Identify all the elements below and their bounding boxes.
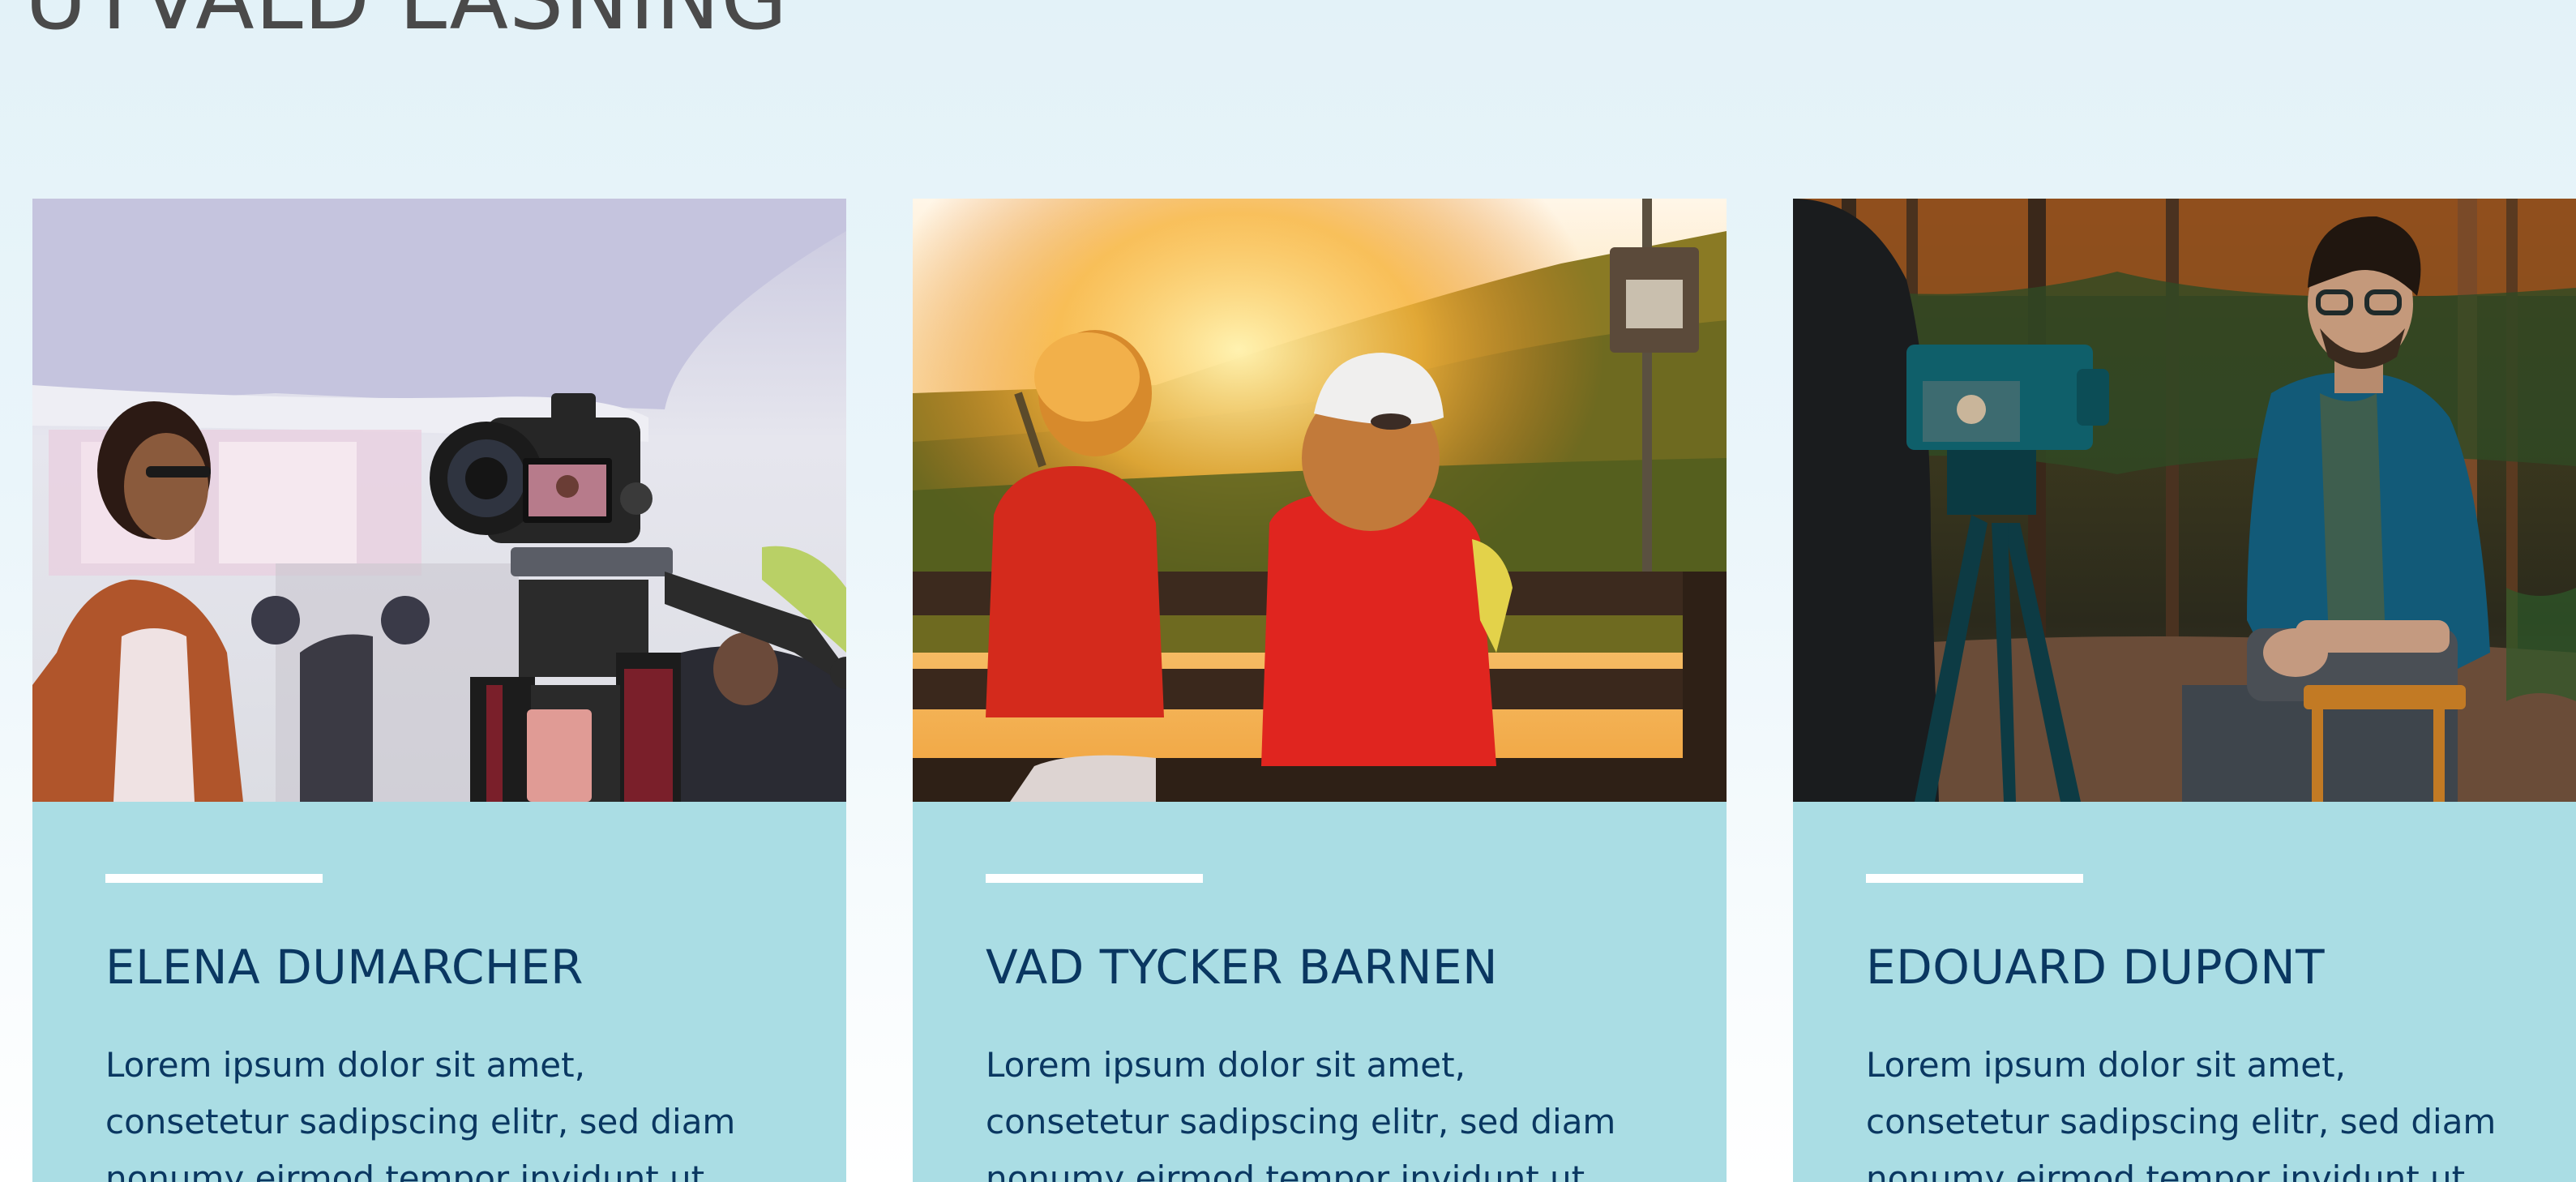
featured-reading-cards: ELENA DUMARCHER Lorem ipsum dolor sit am… xyxy=(32,199,2576,1182)
card-body: ELENA DUMARCHER Lorem ipsum dolor sit am… xyxy=(32,802,846,1182)
card-excerpt: Lorem ipsum dolor sit amet, consetetur s… xyxy=(105,1045,736,1182)
card-excerpt: Lorem ipsum dolor sit amet, consetetur s… xyxy=(1866,1045,2497,1182)
article-card-edouard-dupont[interactable]: EDOUARD DUPONT Lorem ipsum dolor sit ame… xyxy=(1793,199,2576,1182)
card-accent-rule xyxy=(1866,874,2083,883)
card-title[interactable]: VAD TYCKER BARNEN xyxy=(986,940,1498,995)
card-image-forest-interview[interactable] xyxy=(1793,199,2576,802)
card-body: EDOUARD DUPONT Lorem ipsum dolor sit ame… xyxy=(1793,802,2576,1182)
card-image-sunset-bench[interactable] xyxy=(913,199,1727,802)
card-accent-rule xyxy=(986,874,1203,883)
section-title: UTVALD LÄSNING xyxy=(24,0,788,49)
camera-event-illustration xyxy=(32,199,846,802)
card-accent-rule xyxy=(105,874,323,883)
sunset-bench-illustration xyxy=(913,199,1727,802)
card-body: VAD TYCKER BARNEN Lorem ipsum dolor sit … xyxy=(913,802,1727,1182)
card-title[interactable]: ELENA DUMARCHER xyxy=(105,940,584,995)
card-excerpt: Lorem ipsum dolor sit amet, consetetur s… xyxy=(986,1045,1616,1182)
forest-interview-illustration xyxy=(1793,199,2576,802)
card-image-camera-event[interactable] xyxy=(32,199,846,802)
article-card-elena-dumarcher[interactable]: ELENA DUMARCHER Lorem ipsum dolor sit am… xyxy=(32,199,846,1182)
card-title[interactable]: EDOUARD DUPONT xyxy=(1866,940,2325,995)
article-card-vad-tycker-barnen[interactable]: VAD TYCKER BARNEN Lorem ipsum dolor sit … xyxy=(913,199,1727,1182)
